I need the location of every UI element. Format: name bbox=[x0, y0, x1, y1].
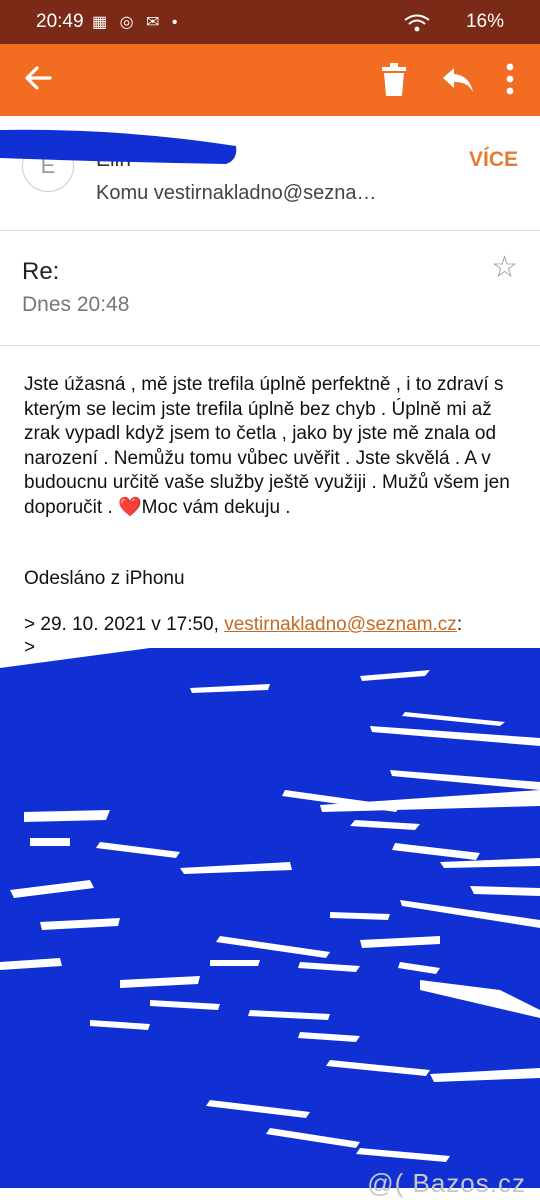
status-time: 20:49 bbox=[36, 11, 84, 32]
trash-icon[interactable] bbox=[378, 62, 410, 98]
message-subject: Re: bbox=[22, 258, 60, 285]
redaction-gaps bbox=[0, 670, 540, 1162]
wifi-icon bbox=[404, 14, 430, 35]
body-text-end: Moc vám dekuju . bbox=[141, 496, 291, 518]
avatar: E bbox=[22, 140, 74, 192]
divider bbox=[0, 345, 540, 346]
sender-section bbox=[0, 116, 540, 231]
status-bar: 20:49 ▦ ◎ ✉ • 16% bbox=[0, 0, 540, 44]
sender-name: Eliři bbox=[96, 148, 131, 171]
heart-emoji: ❤️ bbox=[118, 496, 142, 518]
star-icon[interactable]: ☆ bbox=[491, 250, 518, 285]
notification-icons: ▦ ◎ ✉ • bbox=[92, 14, 182, 31]
message-date: Dnes 20:48 bbox=[22, 293, 130, 316]
quote-suffix: : bbox=[456, 614, 463, 635]
more-details-button[interactable]: VÍCE bbox=[469, 148, 518, 172]
app-bar bbox=[0, 44, 540, 116]
recipient-line: Komu vestirnakladno@sezna… bbox=[96, 182, 377, 204]
signature: Odesláno z iPhonu bbox=[24, 568, 185, 589]
navigation-bar bbox=[0, 1180, 540, 1200]
quote-email-link[interactable]: vestirnakladno@seznam.cz bbox=[224, 614, 457, 635]
quote-prefix: > 29. 10. 2021 v 17:50, bbox=[24, 614, 225, 635]
more-vertical-icon[interactable] bbox=[498, 62, 522, 98]
message-body: Jste úžasná , mě jste trefila úplně perf… bbox=[24, 373, 524, 521]
reply-icon[interactable] bbox=[440, 64, 476, 96]
quote-header: > 29. 10. 2021 v 17:50, vestirnakladno@s… bbox=[24, 614, 462, 636]
back-arrow-icon[interactable] bbox=[18, 58, 58, 98]
quote-line: > bbox=[24, 637, 36, 658]
redaction-bottom bbox=[0, 648, 540, 1188]
battery-level: 16% bbox=[465, 11, 504, 32]
